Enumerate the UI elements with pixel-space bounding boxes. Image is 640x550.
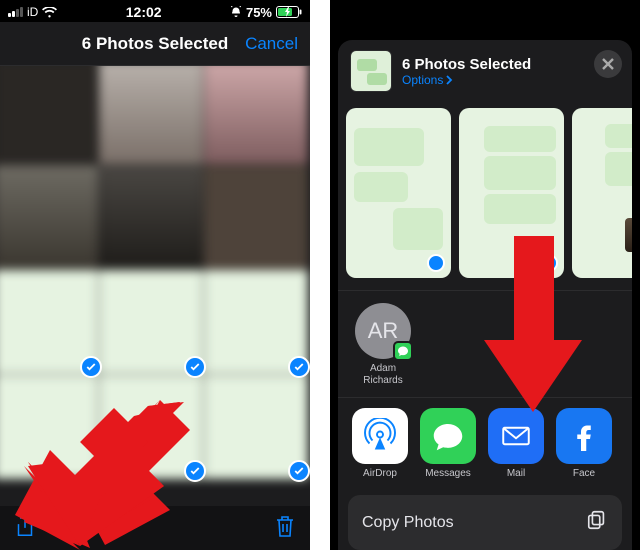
alarm-icon [230, 6, 242, 18]
airdrop-icon [352, 408, 408, 464]
check-icon [288, 356, 310, 378]
mail-icon [488, 408, 544, 464]
check-icon [288, 460, 310, 482]
avatar: AR [355, 303, 411, 359]
check-icon [427, 254, 445, 272]
clock: 12:02 [126, 4, 162, 20]
battery-icon [276, 6, 302, 18]
divider [338, 290, 632, 291]
share-app-facebook[interactable]: Face [556, 408, 612, 479]
cancel-button[interactable]: Cancel [245, 34, 298, 54]
options-button[interactable]: Options [402, 73, 531, 87]
status-bar: iD 12:02 75% [0, 0, 310, 22]
phone-left: iD 12:02 75% 6 Photos Selected Cancel [0, 0, 310, 550]
nav-bar: 6 Photos Selected Cancel [0, 22, 310, 66]
phone-right: iD 12:04 75% 6 Photos Selected Options [330, 0, 640, 550]
share-button[interactable] [14, 513, 36, 544]
share-app-mail[interactable]: Mail [488, 408, 544, 479]
divider [338, 397, 632, 398]
share-contacts-row: AR Adam Richards [338, 293, 632, 395]
sheet-thumbnail [350, 50, 392, 92]
close-button[interactable] [594, 50, 622, 78]
app-label: Mail [488, 468, 544, 479]
preview-card[interactable] [346, 108, 451, 278]
check-icon [184, 356, 206, 378]
photo-grid[interactable] [0, 66, 310, 506]
contact-name: Adam Richards [352, 363, 414, 387]
action-copy-photos[interactable]: Copy Photos [348, 495, 622, 550]
share-contact[interactable]: AR Adam Richards [352, 303, 414, 387]
facebook-icon [556, 408, 612, 464]
preview-card[interactable] [459, 108, 564, 278]
preview-card[interactable] [572, 108, 632, 278]
trash-button[interactable] [274, 514, 296, 543]
toolbar [0, 506, 310, 550]
preview-row[interactable] [338, 102, 632, 288]
sheet-header: 6 Photos Selected Options [338, 40, 632, 102]
share-sheet: 6 Photos Selected Options [338, 40, 632, 550]
signal-icon [8, 7, 23, 17]
share-app-airdrop[interactable]: AirDrop [352, 408, 408, 479]
action-label: Copy Photos [362, 514, 454, 532]
check-icon [184, 460, 206, 482]
app-label: Face [556, 468, 612, 479]
app-label: AirDrop [352, 468, 408, 479]
app-label: Messages [420, 468, 476, 479]
check-icon [80, 356, 102, 378]
share-app-messages[interactable]: Messages [420, 408, 476, 479]
copy-icon [586, 509, 608, 536]
page-title: 6 Photos Selected [82, 34, 228, 54]
messages-icon [420, 408, 476, 464]
carrier-label: iD [27, 5, 38, 19]
messages-badge-icon [393, 341, 413, 361]
share-apps-row: AirDrop Messages Mail Face [338, 400, 632, 485]
check-icon [540, 254, 558, 272]
battery-pct: 75% [246, 5, 272, 20]
sheet-title: 6 Photos Selected [402, 56, 531, 73]
wifi-icon [42, 7, 57, 18]
